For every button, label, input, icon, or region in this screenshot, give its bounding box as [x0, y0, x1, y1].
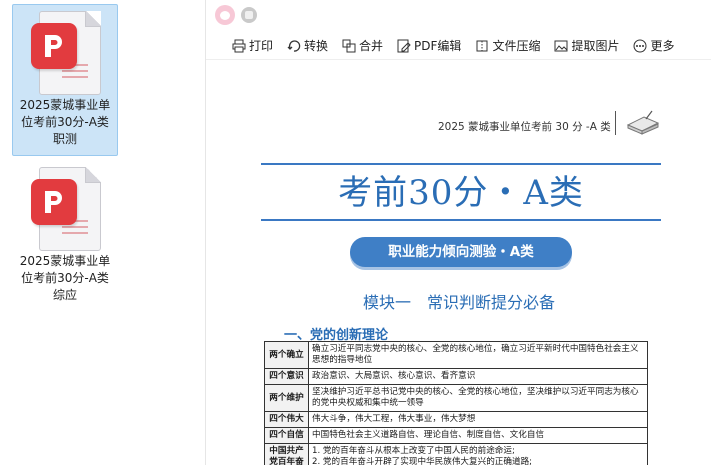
table-key-cell: 两个维护 [264, 384, 309, 412]
document-title: 考前30分・A类 [338, 173, 584, 213]
table-row: 四个意识 政治意识、大局意识、核心意识、看齐意识 [264, 368, 648, 385]
avatar[interactable] [215, 5, 235, 25]
viewer-topbar [206, 0, 711, 30]
pdf-edit-button[interactable]: PDF编辑 [397, 37, 461, 54]
pdf-preview: 打印 转换 合并 PDF编辑 文件压缩 提取图片 更多 2025 蒙城事业单位考… [205, 0, 711, 465]
screen: 2025蒙城事业单位考前30分-A类职测 2025蒙城事业单位考前30分-A类综… [0, 0, 711, 465]
module-heading: 模块一 常识判断提分必备 [362, 293, 555, 312]
more-icon [633, 39, 647, 52]
table-key-cell: 四个伟大 [264, 411, 309, 428]
pdf-file-icon [29, 167, 101, 251]
file-name: 2025蒙城事业单位考前30分-A类综应 [19, 254, 111, 302]
table-value-cell: 中国特色社会主义道路自信、理论自信、制度自信、文化自信 [308, 427, 648, 444]
pdf-file-icon [29, 11, 101, 95]
merge-button[interactable]: 合并 [342, 37, 383, 54]
convert-button[interactable]: 转换 [287, 37, 328, 54]
file-pane: 2025蒙城事业单位考前30分-A类职测 2025蒙城事业单位考前30分-A类综… [0, 0, 205, 465]
app-badge-icon[interactable] [241, 7, 257, 23]
table-value-cell: 确立习近平同志党中央的核心、全党的核心地位，确立习近平新时代中国特色社会主义思想… [308, 341, 648, 369]
print-button[interactable]: 打印 [232, 37, 273, 54]
header-divider [615, 111, 616, 135]
running-header: 2025 蒙城事业单位考前 30 分 -A 类 [438, 121, 611, 133]
table-row: 两个维护 坚决维护习近平总书记党中央的核心、全党的核心地位，坚决维护以习近平同志为… [264, 384, 648, 412]
table-value-cell: 政治意识、大局意识、核心意识、看齐意识 [308, 368, 648, 385]
title-rule-bottom [261, 219, 661, 221]
subtitle-banner: 职业能力倾向测验・A类 [350, 237, 572, 267]
file-item-zhice[interactable]: 2025蒙城事业单位考前30分-A类职测 [12, 4, 118, 156]
table-row: 四个自信 中国特色社会主义道路自信、理论自信、制度自信、文化自信 [264, 427, 648, 444]
table-row: 两个确立 确立习近平同志党中央的核心、全党的核心地位，确立习近平新时代中国特色社会… [264, 341, 648, 369]
table-key-cell: 四个自信 [264, 427, 309, 444]
more-button[interactable]: 更多 [633, 37, 674, 54]
table-value-cell: 1. 党的百年奋斗从根本上改变了中国人民的前途命运; 2. 党的百年奋斗开辟了实现… [308, 443, 648, 465]
book-logo-icon [626, 110, 660, 135]
table-key-cell: 四个意识 [264, 368, 309, 385]
table-value-cell: 坚决维护习近平总书记党中央的核心、全党的核心地位，坚决维护以习近平同志为核心的党… [308, 384, 648, 412]
key-points-table: 两个确立 确立习近平同志党中央的核心、全党的核心地位，确立习近平新时代中国特色社会… [264, 341, 648, 465]
convert-icon [287, 39, 301, 52]
table-key-cell: 两个确立 [264, 341, 309, 369]
extract-image-icon [554, 40, 568, 51]
document-page: 2025 蒙城事业单位考前 30 分 -A 类 考前30分・A类 职业能力倾向测… [206, 61, 711, 465]
table-row: 四个伟大 伟大斗争，伟大工程，伟大事业，伟大梦想 [264, 411, 648, 428]
preview-toolbar: 打印 转换 合并 PDF编辑 文件压缩 提取图片 更多 [206, 32, 711, 60]
compress-icon [476, 40, 488, 51]
printer-icon [232, 39, 246, 52]
extract-image-button[interactable]: 提取图片 [554, 37, 619, 54]
table-row: 中国共产党百年奋斗历史1. 党的百年奋斗从根本上改变了中国人民的前途命运;2. … [264, 443, 648, 465]
table-value-cell: 伟大斗争，伟大工程，伟大事业，伟大梦想 [308, 411, 648, 428]
table-key-cell: 中国共产党百年奋斗历史 [264, 443, 309, 465]
compress-button[interactable]: 文件压缩 [475, 37, 540, 54]
pdf-edit-icon [397, 39, 411, 52]
file-item-zongying[interactable]: 2025蒙城事业单位考前30分-A类综应 [12, 160, 118, 312]
merge-icon [342, 39, 356, 52]
file-name: 2025蒙城事业单位考前30分-A类职测 [19, 98, 111, 146]
